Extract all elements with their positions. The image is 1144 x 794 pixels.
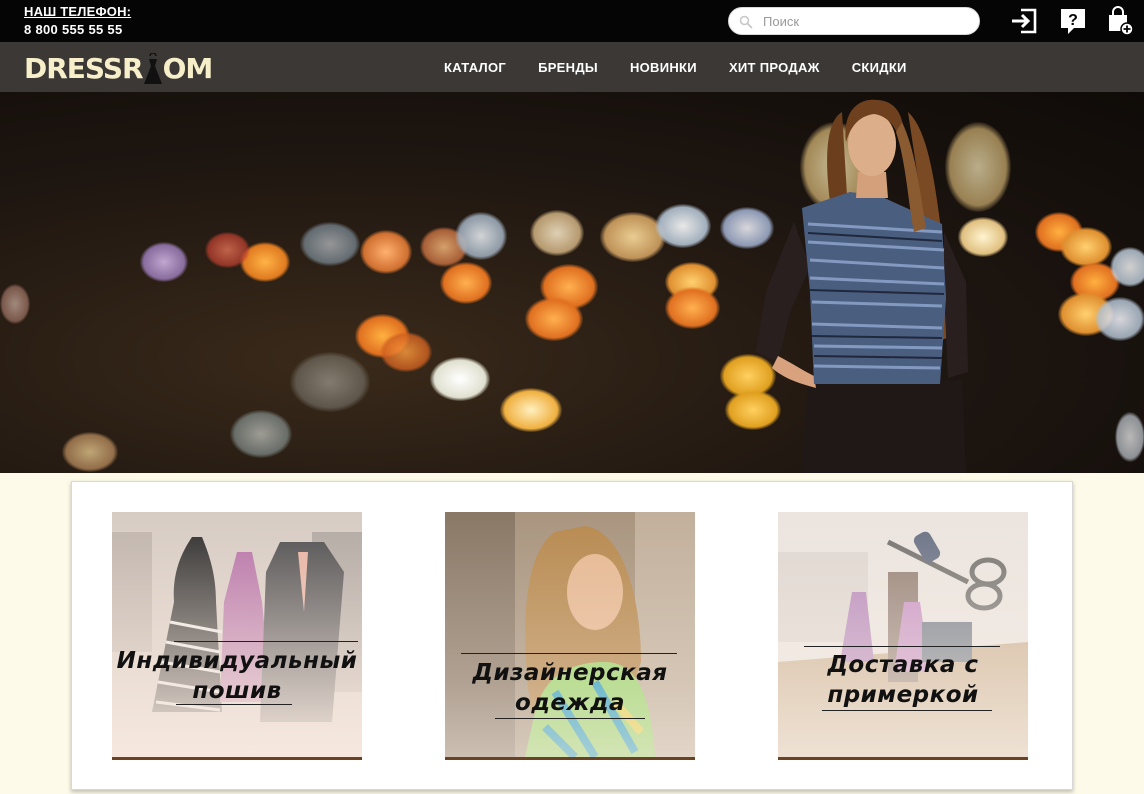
nav-item-bestsellers[interactable]: ХИТ ПРОДАЖ: [713, 60, 836, 75]
dress-icon: [143, 53, 162, 84]
bokeh-light: [62, 432, 118, 472]
bokeh-light: [230, 410, 292, 458]
nav-item-sale[interactable]: СКИДКИ: [836, 60, 923, 75]
search-icon: [739, 15, 753, 29]
card-title-line1: Индивидуальный: [116, 648, 358, 674]
card-title-line1: Доставка с: [827, 652, 979, 678]
logo-text-left: DRESSR: [24, 52, 144, 85]
bokeh-light: [665, 287, 720, 329]
svg-text:?: ?: [1068, 12, 1078, 29]
help-icon[interactable]: ?: [1058, 6, 1088, 36]
card-title-line2: пошив: [192, 678, 282, 704]
features-panel: Индивидуальный пошив Дизайнерская одежда…: [71, 481, 1073, 790]
card-decor-line: [174, 641, 358, 642]
card-decor-line: [822, 710, 992, 711]
bokeh-light: [360, 230, 412, 274]
model-photo: [756, 99, 968, 473]
tailoring-photo: [112, 512, 362, 757]
search-box[interactable]: [728, 7, 980, 35]
cart-icon[interactable]: [1105, 6, 1135, 36]
nav-bar: DRESSR OM КАТАЛОГ БРЕНДЫ НОВИНКИ ХИТ ПРО…: [0, 42, 1144, 92]
bokeh-light: [430, 357, 490, 401]
delivery-photo: [778, 512, 1028, 757]
phone-label-link[interactable]: НАШ ТЕЛЕФОН:: [24, 4, 131, 20]
login-icon[interactable]: [1009, 6, 1039, 36]
bokeh-light: [0, 284, 30, 324]
logo-text-right: OM: [162, 52, 214, 85]
phone-number: 8 800 555 55 55: [24, 22, 123, 37]
logo[interactable]: DRESSR OM: [24, 47, 214, 91]
bokeh-light: [455, 212, 507, 260]
card-decor-line: [804, 646, 1000, 647]
bokeh-light: [525, 297, 583, 341]
card-decor-line: [495, 718, 645, 719]
bokeh-light: [1115, 412, 1144, 462]
bokeh-light: [1095, 297, 1144, 341]
bokeh-light: [300, 222, 360, 266]
feature-card-designer[interactable]: Дизайнерская одежда: [445, 512, 695, 760]
feature-card-delivery[interactable]: Доставка с примеркой: [778, 512, 1028, 760]
nav-item-new[interactable]: НОВИНКИ: [614, 60, 713, 75]
card-decor-line: [176, 704, 292, 705]
bokeh-light: [205, 232, 250, 268]
bokeh-light: [1060, 227, 1112, 267]
nav-item-catalog[interactable]: КАТАЛОГ: [428, 60, 522, 75]
bokeh-light: [500, 388, 562, 432]
designer-photo: [445, 512, 695, 757]
phone-block: НАШ ТЕЛЕФОН: 8 800 555 55 55: [24, 4, 131, 40]
bokeh-light: [530, 210, 584, 256]
bokeh-light: [140, 242, 188, 282]
bokeh-light: [290, 352, 370, 412]
bokeh-light: [440, 262, 492, 304]
nav-item-brands[interactable]: БРЕНДЫ: [522, 60, 614, 75]
feature-card-tailoring[interactable]: Индивидуальный пошив: [112, 512, 362, 760]
card-decor-line: [461, 653, 677, 654]
card-title-line2: одежда: [515, 690, 625, 716]
search-input[interactable]: [763, 12, 969, 31]
hero-banner[interactable]: [0, 92, 1144, 473]
bokeh-light: [380, 332, 432, 372]
card-title-line1: Дизайнерская: [472, 660, 668, 686]
main-menu: КАТАЛОГ БРЕНДЫ НОВИНКИ ХИТ ПРОДАЖ СКИДКИ: [428, 42, 923, 92]
bokeh-light: [655, 204, 711, 248]
top-bar: НАШ ТЕЛЕФОН: 8 800 555 55 55 ?: [0, 0, 1144, 42]
card-title-line2: примеркой: [827, 682, 979, 708]
bokeh-light: [1110, 247, 1144, 287]
